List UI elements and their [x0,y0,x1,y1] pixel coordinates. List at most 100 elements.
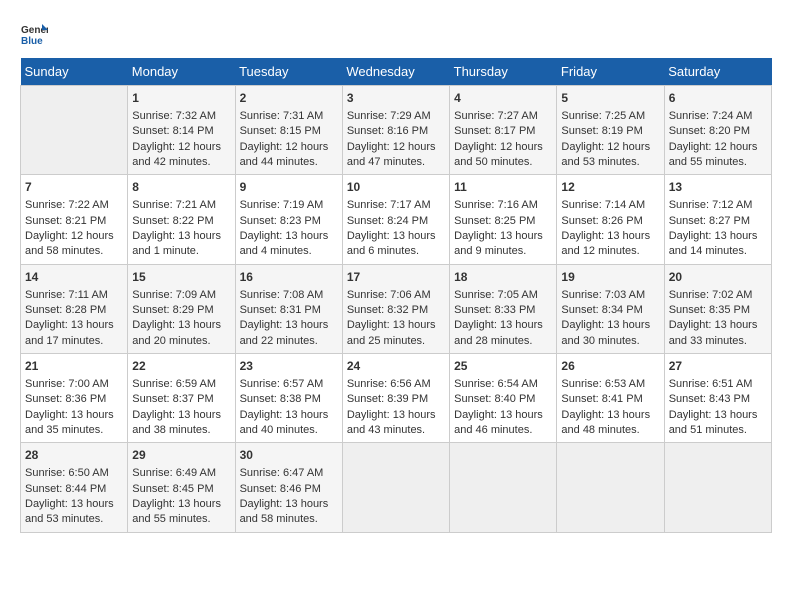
day-detail: and 4 minutes. [240,244,338,259]
day-detail: and 30 minutes. [561,334,659,349]
day-detail: and 44 minutes. [240,155,338,170]
day-number: 12 [561,179,659,196]
day-detail: Daylight: 13 hours [454,408,552,423]
day-detail: Sunset: 8:28 PM [25,303,123,318]
day-detail: Daylight: 13 hours [132,497,230,512]
day-detail: and 42 minutes. [132,155,230,170]
day-detail: and 9 minutes. [454,244,552,259]
week-row-2: 7Sunrise: 7:22 AMSunset: 8:21 PMDaylight… [21,175,772,264]
day-detail: Sunset: 8:36 PM [25,392,123,407]
calendar-cell: 8Sunrise: 7:21 AMSunset: 8:22 PMDaylight… [128,175,235,264]
day-number: 3 [347,90,445,107]
calendar-cell: 6 Sunrise: 7:24 AMSunset: 8:20 PMDaylight… [664,86,771,175]
day-number: 4 [454,90,552,107]
calendar-cell: 12 Sunrise: 7:14 AMSunset: 8:26 PMDayligh… [557,175,664,264]
day-detail: Sunset: 8:32 PM [347,303,445,318]
day-detail: and 53 minutes. [561,155,659,170]
day-number: 10 [347,179,445,196]
page-header: General Blue [20,20,772,48]
day-number: 9 [240,179,338,196]
day-number: 27 [669,358,767,375]
day-number: 8 [132,179,230,196]
day-detail: Daylight: 13 hours [454,229,552,244]
weekday-header-thursday: Thursday [450,58,557,86]
day-detail: Sunrise: 7:31 AM [240,109,338,124]
day-detail: Sunrise: 7:12 AM [669,198,767,213]
day-number: 7 [25,179,123,196]
day-detail: Sunset: 8:43 PM [669,392,767,407]
day-detail: and 20 minutes. [132,334,230,349]
day-detail: Daylight: 13 hours [347,318,445,333]
day-detail: Sunrise: 7:14 AM [561,198,659,213]
calendar-cell: 3Sunrise: 7:29 AMSunset: 8:16 PMDaylight… [342,86,449,175]
week-row-1: 1Sunrise: 7:32 AMSunset: 8:14 PMDaylight… [21,86,772,175]
day-detail: Sunrise: 6:57 AM [240,377,338,392]
day-number: 21 [25,358,123,375]
day-detail: Sunset: 8:27 PM [669,214,767,229]
day-detail: Sunrise: 7:17 AM [347,198,445,213]
day-detail: Daylight: 13 hours [240,318,338,333]
day-detail: and 47 minutes. [347,155,445,170]
calendar-cell [664,443,771,532]
day-detail: Sunset: 8:19 PM [561,124,659,139]
calendar-cell: 11Sunrise: 7:16 AMSunset: 8:25 PMDayligh… [450,175,557,264]
day-detail: and 58 minutes. [25,244,123,259]
day-detail: Sunset: 8:34 PM [561,303,659,318]
day-detail: Sunset: 8:24 PM [347,214,445,229]
logo-icon: General Blue [20,20,48,48]
calendar-cell: 30Sunrise: 6:47 AMSunset: 8:46 PMDayligh… [235,443,342,532]
day-detail: Sunset: 8:25 PM [454,214,552,229]
day-detail: Sunset: 8:20 PM [669,124,767,139]
day-detail: Daylight: 13 hours [454,318,552,333]
day-detail: Daylight: 13 hours [25,318,123,333]
day-detail: Sunset: 8:26 PM [561,214,659,229]
day-detail: Sunrise: 7:16 AM [454,198,552,213]
day-detail: Daylight: 12 hours [561,140,659,155]
day-detail: Sunrise: 7:21 AM [132,198,230,213]
day-detail: Sunrise: 6:51 AM [669,377,767,392]
day-detail: Sunset: 8:16 PM [347,124,445,139]
day-detail: Daylight: 13 hours [561,229,659,244]
day-number: 6 [669,90,767,107]
day-detail: Daylight: 13 hours [132,408,230,423]
day-detail: Sunset: 8:23 PM [240,214,338,229]
day-detail: Sunrise: 7:08 AM [240,288,338,303]
day-detail: Sunrise: 6:53 AM [561,377,659,392]
day-number: 23 [240,358,338,375]
day-detail: Sunset: 8:15 PM [240,124,338,139]
day-number: 20 [669,269,767,286]
calendar-cell: 5Sunrise: 7:25 AMSunset: 8:19 PMDaylight… [557,86,664,175]
calendar-cell: 26Sunrise: 6:53 AMSunset: 8:41 PMDayligh… [557,354,664,443]
calendar-cell: 25Sunrise: 6:54 AMSunset: 8:40 PMDayligh… [450,354,557,443]
day-detail: Daylight: 13 hours [669,408,767,423]
day-number: 25 [454,358,552,375]
day-detail: Daylight: 13 hours [347,408,445,423]
day-detail: and 1 minute. [132,244,230,259]
weekday-header-saturday: Saturday [664,58,771,86]
calendar-cell: 2 Sunrise: 7:31 AMSunset: 8:15 PMDaylight… [235,86,342,175]
day-detail: and 50 minutes. [454,155,552,170]
day-number: 16 [240,269,338,286]
day-number: 28 [25,447,123,464]
day-number: 19 [561,269,659,286]
day-number: 2 [240,90,338,107]
calendar-cell: 15Sunrise: 7:09 AMSunset: 8:29 PMDayligh… [128,264,235,353]
day-detail: and 48 minutes. [561,423,659,438]
day-detail: Sunset: 8:35 PM [669,303,767,318]
day-detail: Daylight: 13 hours [240,408,338,423]
weekday-header-row: SundayMondayTuesdayWednesdayThursdayFrid… [21,58,772,86]
calendar-cell: 22Sunrise: 6:59 AMSunset: 8:37 PMDayligh… [128,354,235,443]
day-detail: Sunrise: 7:24 AM [669,109,767,124]
day-detail: Sunrise: 6:56 AM [347,377,445,392]
day-detail: and 51 minutes. [669,423,767,438]
day-number: 5 [561,90,659,107]
calendar-cell: 4Sunrise: 7:27 AMSunset: 8:17 PMDaylight… [450,86,557,175]
calendar-cell: 16Sunrise: 7:08 AMSunset: 8:31 PMDayligh… [235,264,342,353]
day-detail: Daylight: 13 hours [669,229,767,244]
day-detail: Sunrise: 7:22 AM [25,198,123,213]
day-number: 13 [669,179,767,196]
day-detail: Daylight: 12 hours [240,140,338,155]
weekday-header-monday: Monday [128,58,235,86]
day-detail: Daylight: 13 hours [669,318,767,333]
day-detail: Daylight: 12 hours [669,140,767,155]
